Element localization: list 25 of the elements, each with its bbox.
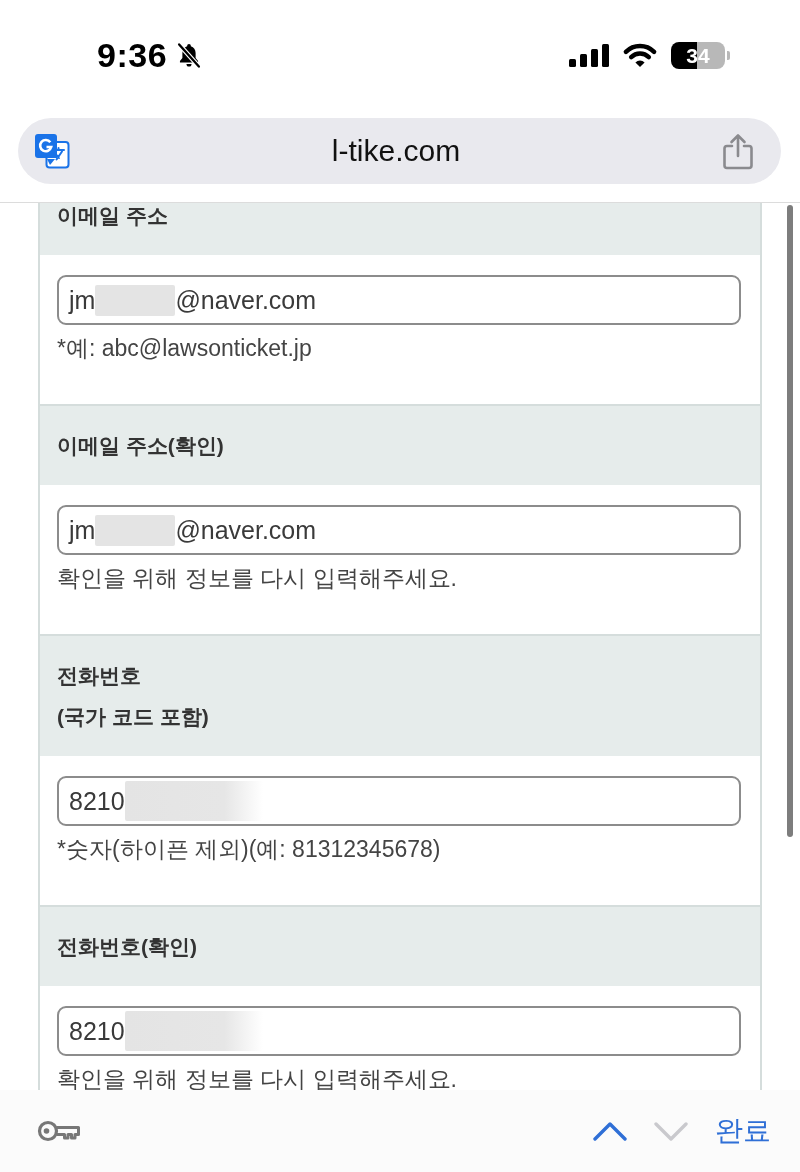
field-label: 이메일 주소(확인): [40, 406, 760, 485]
url-text: l-tike.com: [330, 134, 462, 168]
hint-text: 확인을 위해 정보를 다시 입력해주세요.: [57, 1065, 458, 1090]
hint-text: *숫자(하이픈 제외)(예: 81312345678): [57, 835, 442, 864]
key-icon: [37, 1119, 81, 1143]
field-label: 전화번호 (국가 코드 포함): [40, 636, 760, 756]
share-icon[interactable]: [722, 132, 754, 170]
wifi-icon: [622, 42, 658, 68]
field-label: 전화번호(확인): [40, 907, 760, 986]
hint-text: *예: abc@lawsonticket.jp: [57, 334, 313, 363]
input-field[interactable]: jm @naver.com: [57, 275, 741, 325]
previous-field-button[interactable]: [593, 1120, 627, 1142]
translate-icon[interactable]: [34, 133, 70, 169]
input-field[interactable]: 8210: [57, 1006, 741, 1056]
input-field[interactable]: jm @naver.com: [57, 505, 741, 555]
chevron-up-icon: [593, 1120, 627, 1142]
input-field[interactable]: 8210: [57, 776, 741, 826]
password-key-button[interactable]: [37, 1119, 81, 1143]
chevron-down-icon: [654, 1120, 688, 1142]
field-label: 이메일 주소: [40, 203, 760, 255]
hint-text: 확인을 위해 정보를 다시 입력해주세요.: [57, 564, 458, 593]
done-button[interactable]: 완료: [715, 1114, 771, 1148]
address-bar[interactable]: l-tike.com: [18, 118, 781, 184]
signal-icon: [569, 43, 609, 67]
clock-time: 9:36: [97, 35, 168, 75]
